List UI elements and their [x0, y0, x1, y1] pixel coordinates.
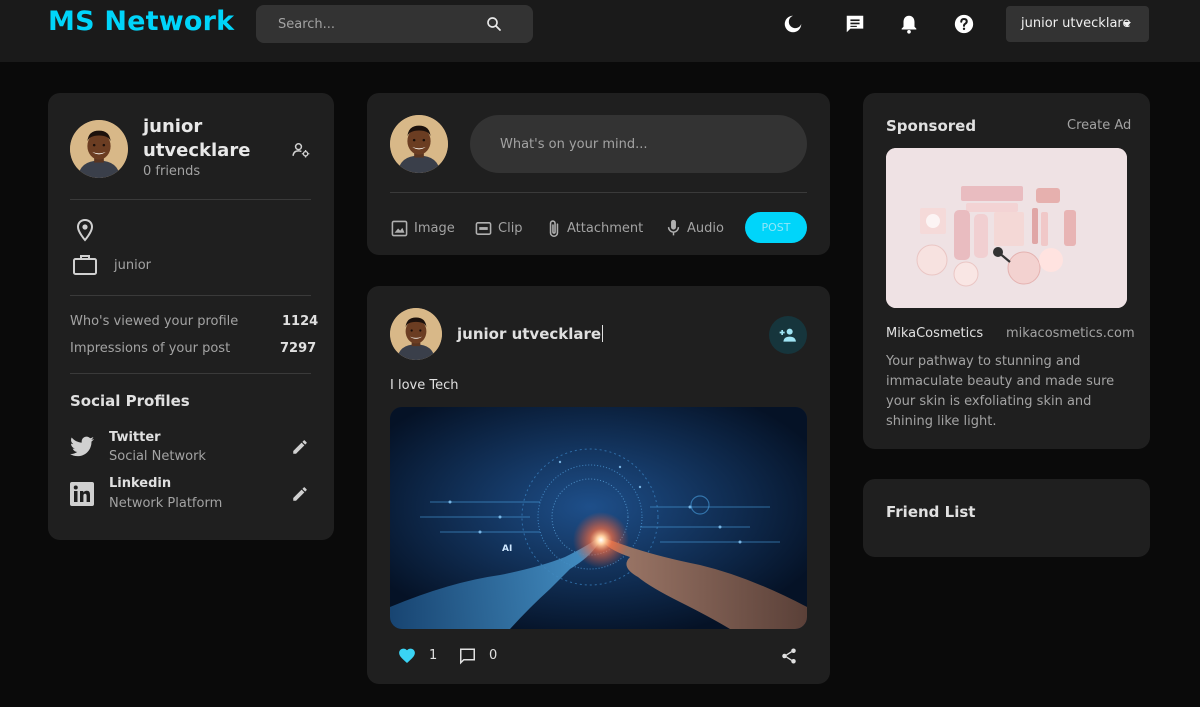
post-button[interactable]: POST: [745, 212, 807, 243]
heart-icon[interactable]: [398, 647, 416, 664]
post-composer: Image Clip Attachment Audio POST: [367, 93, 830, 255]
avatar[interactable]: [390, 115, 448, 173]
stat-value-profile-views: 1124: [282, 314, 319, 329]
briefcase-icon: [73, 255, 97, 275]
profile-occupation: junior: [114, 258, 152, 273]
avatar[interactable]: [70, 120, 128, 178]
person-add-icon: [779, 328, 796, 342]
profile-card: junior utvecklare 0 friends junior Who's…: [48, 93, 334, 540]
stat-label-profile-views: Who's viewed your profile: [70, 314, 239, 329]
post-text: I love Tech: [390, 378, 459, 393]
avatar[interactable]: [390, 308, 442, 360]
message-icon[interactable]: [844, 13, 866, 35]
attachment-icon: [549, 219, 559, 237]
stat-value-impressions: 7297: [280, 341, 317, 356]
divider: [70, 199, 311, 200]
post-author[interactable]: junior utvecklare: [457, 325, 604, 343]
social-linkedin-name[interactable]: Linkedin: [109, 476, 171, 491]
tool-image[interactable]: Image: [391, 217, 455, 239]
ad-image[interactable]: [886, 148, 1127, 308]
profile-friends-count: 0 friends: [143, 164, 201, 179]
tool-image-label: Image: [414, 220, 455, 236]
search-bar: [256, 5, 533, 43]
friend-list-card: Friend List: [863, 479, 1150, 557]
share-icon[interactable]: [780, 647, 798, 665]
tool-attachment-label: Attachment: [567, 220, 644, 236]
like-count: 1: [429, 648, 438, 663]
comment-count: 0: [489, 648, 498, 663]
stat-label-impressions: Impressions of your post: [70, 341, 231, 356]
tool-clip[interactable]: Clip: [475, 217, 523, 239]
add-friend-button[interactable]: [769, 316, 807, 354]
social-linkedin-sub: Network Platform: [109, 496, 223, 511]
sponsored-card: Sponsored Create Ad MikaCosmetics mikaco…: [863, 93, 1150, 449]
ad-description: Your pathway to stunning and immaculate …: [886, 354, 1115, 429]
post-image-ai-label: AI: [502, 544, 512, 554]
social-twitter-sub: Social Network: [109, 449, 206, 464]
comment-icon[interactable]: [458, 647, 477, 665]
tool-attachment[interactable]: Attachment: [547, 217, 643, 239]
navbar: MS Network junior utvecklare: [0, 0, 1200, 62]
tool-clip-label: Clip: [498, 220, 523, 236]
twitter-icon: [70, 436, 94, 457]
user-dropdown[interactable]: junior utvecklare: [1006, 6, 1149, 42]
manage-account-icon[interactable]: [291, 140, 311, 160]
bell-icon[interactable]: [898, 13, 920, 35]
ad-url[interactable]: mikacosmetics.com: [1006, 326, 1135, 341]
edit-icon[interactable]: [291, 485, 309, 503]
sponsored-title: Sponsored: [886, 117, 977, 135]
user-dropdown-label: junior utvecklare: [1021, 16, 1131, 31]
ad-image-art: [886, 148, 1127, 308]
text-cursor: [602, 325, 604, 342]
friend-list-title: Friend List: [886, 503, 976, 521]
social-twitter-name[interactable]: Twitter: [109, 430, 161, 445]
search-input[interactable]: [278, 5, 478, 43]
edit-icon[interactable]: [291, 438, 309, 456]
chevron-down-icon: [1123, 22, 1131, 27]
feed-post: junior utvecklare I love Tech AI 1 0: [367, 286, 830, 684]
mic-icon: [667, 219, 680, 236]
post-image[interactable]: AI: [390, 407, 807, 629]
moon-icon[interactable]: [782, 13, 804, 35]
create-ad-link[interactable]: Create Ad: [1067, 118, 1131, 133]
tool-audio[interactable]: Audio: [666, 217, 724, 239]
ad-brand[interactable]: MikaCosmetics: [886, 326, 983, 341]
profile-name[interactable]: junior utvecklare: [143, 115, 263, 163]
help-icon[interactable]: [953, 13, 975, 35]
composer-input-wrap: [470, 115, 807, 173]
location-icon: [76, 218, 94, 242]
linkedin-icon: [70, 482, 94, 506]
composer-input[interactable]: [500, 115, 790, 173]
app-logo[interactable]: MS Network: [48, 6, 234, 37]
search-icon[interactable]: [485, 15, 503, 33]
divider: [70, 295, 311, 296]
post-image-art: AI: [390, 407, 807, 629]
tool-audio-label: Audio: [687, 220, 724, 236]
divider: [390, 192, 807, 193]
image-icon: [391, 220, 408, 236]
divider: [70, 373, 311, 374]
social-profiles-title: Social Profiles: [70, 392, 190, 410]
gif-icon: [475, 221, 492, 235]
